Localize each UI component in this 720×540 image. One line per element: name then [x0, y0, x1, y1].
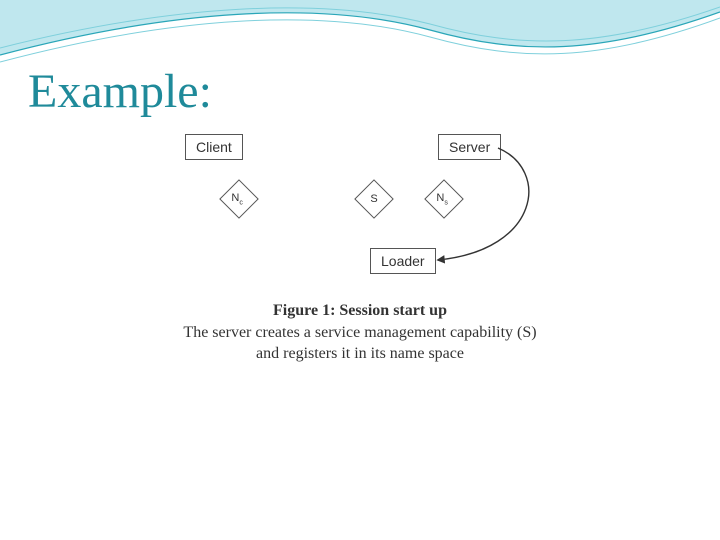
decorative-wave: [0, 0, 720, 70]
slide-title: Example:: [28, 64, 212, 119]
client-box: Client: [185, 134, 243, 160]
caption-line-2: The server creates a service management …: [0, 322, 720, 344]
nc-label: Nc: [224, 185, 250, 216]
s-diamond: S: [354, 179, 394, 219]
loader-box: Loader: [370, 248, 436, 274]
caption-line-3: and registers it in its name space: [0, 343, 720, 365]
ns-label: Ns: [429, 185, 455, 216]
figure-label: Figure 1: Session start up: [0, 300, 720, 322]
server-box: Server: [438, 134, 501, 160]
slide: Example: Client Server Loader Nc S Ns Fi…: [0, 0, 720, 540]
caption: Figure 1: Session start up The server cr…: [0, 300, 720, 365]
nc-diamond: Nc: [219, 179, 259, 219]
ns-diamond: Ns: [424, 179, 464, 219]
s-label: S: [361, 186, 387, 212]
session-diagram: Client Server Loader Nc S Ns: [150, 130, 570, 290]
